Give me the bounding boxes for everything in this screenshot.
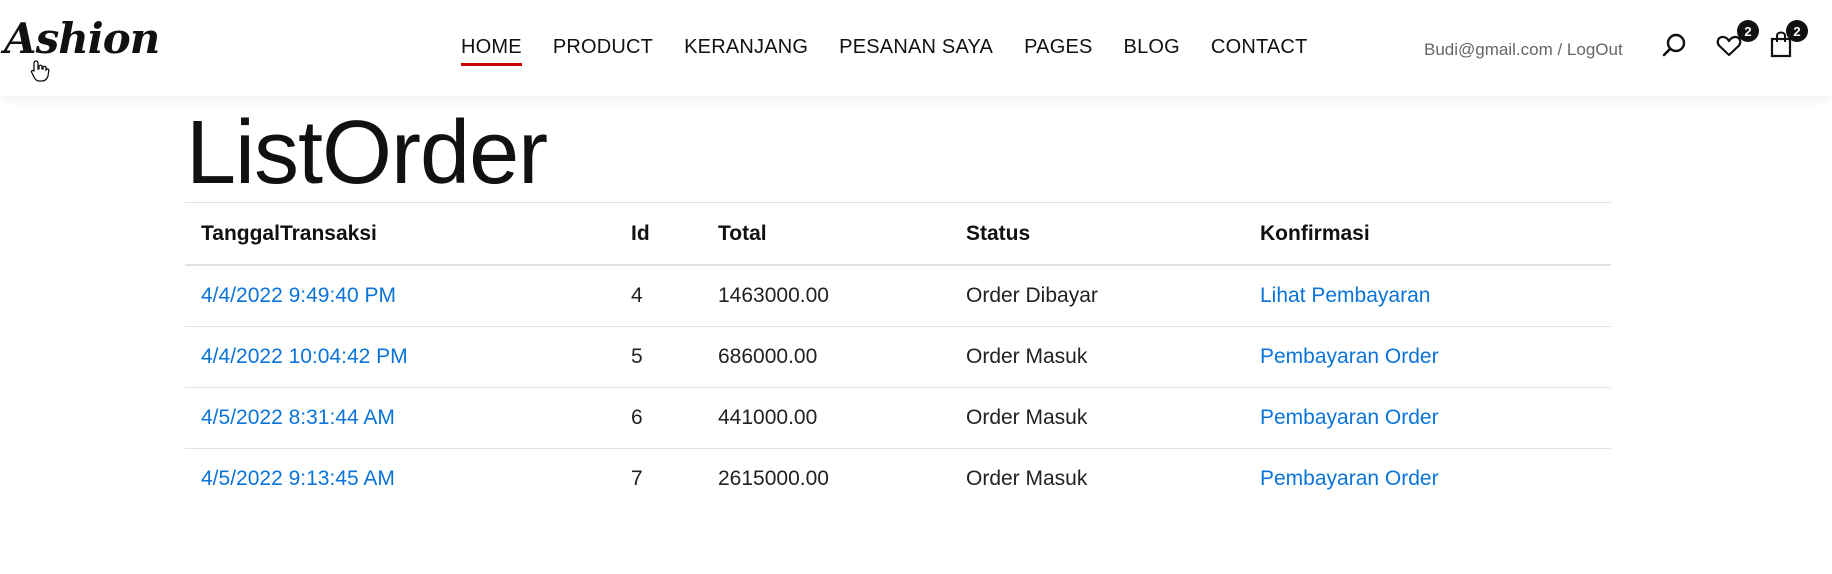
header-status: Status bbox=[950, 202, 1244, 266]
nav-item-blog[interactable]: BLOG bbox=[1124, 36, 1180, 59]
confirmation-link[interactable]: Lihat Pembayaran bbox=[1260, 284, 1430, 307]
nav-item-contact[interactable]: CONTACT bbox=[1211, 36, 1308, 59]
order-id: 4 bbox=[631, 284, 643, 307]
order-total: 1463000.00 bbox=[718, 284, 829, 307]
order-date-link[interactable]: 4/5/2022 8:31:44 AM bbox=[201, 406, 395, 429]
page-title: ListOrder bbox=[186, 103, 548, 203]
order-status: Order Masuk bbox=[950, 326, 1244, 388]
table-row: 4/4/2022 9:49:40 PM 4 1463000.00 Order D… bbox=[185, 265, 1611, 327]
orders-table: TanggalTransaksi Id Total Status Konfirm… bbox=[185, 202, 1611, 509]
table-header-row: TanggalTransaksi Id Total Status Konfirm… bbox=[185, 202, 1611, 266]
site-header: Ashion HOME PRODUCT KERANJANG PESANAN SA… bbox=[0, 0, 1832, 96]
header-id: Id bbox=[615, 202, 702, 266]
order-status: Order Masuk bbox=[950, 448, 1244, 509]
order-id: 6 bbox=[615, 387, 702, 449]
order-date-link[interactable]: 4/4/2022 10:04:42 PM bbox=[201, 345, 408, 368]
logo[interactable]: Ashion bbox=[4, 14, 160, 63]
order-status: Order Dibayar bbox=[966, 284, 1098, 307]
main-nav: HOME PRODUCT KERANJANG PESANAN SAYA PAGE… bbox=[461, 36, 1339, 66]
wishlist-count-badge: 2 bbox=[1737, 20, 1759, 42]
order-date-link[interactable]: 4/5/2022 9:13:45 AM bbox=[201, 467, 395, 490]
nav-item-home[interactable]: HOME bbox=[461, 36, 522, 66]
order-total: 441000.00 bbox=[702, 387, 950, 449]
nav-item-pesanan-saya[interactable]: PESANAN SAYA bbox=[839, 36, 993, 59]
nav-item-pages[interactable]: PAGES bbox=[1024, 36, 1092, 59]
header-konfirmasi: Konfirmasi bbox=[1244, 202, 1611, 266]
order-id: 7 bbox=[615, 448, 702, 509]
nav-item-keranjang[interactable]: KERANJANG bbox=[684, 36, 808, 59]
search-icon[interactable] bbox=[1662, 32, 1688, 58]
confirmation-link[interactable]: Pembayaran Order bbox=[1260, 406, 1439, 429]
hand-cursor-icon bbox=[30, 60, 50, 82]
nav-item-product[interactable]: PRODUCT bbox=[553, 36, 653, 59]
confirmation-link[interactable]: Pembayaran Order bbox=[1260, 467, 1439, 490]
heart-icon[interactable] bbox=[1716, 34, 1742, 58]
header-total: Total bbox=[702, 202, 950, 266]
order-status: Order Masuk bbox=[950, 387, 1244, 449]
table-row: 4/4/2022 10:04:42 PM 5 686000.00 Order M… bbox=[185, 326, 1611, 388]
order-total: 686000.00 bbox=[702, 326, 950, 388]
order-date-link[interactable]: 4/4/2022 9:49:40 PM bbox=[201, 284, 396, 307]
user-logout-link[interactable]: Budi@gmail.com / LogOut bbox=[1424, 40, 1623, 60]
table-row: 4/5/2022 9:13:45 AM 7 2615000.00 Order M… bbox=[185, 448, 1611, 509]
confirmation-link[interactable]: Pembayaran Order bbox=[1260, 345, 1439, 368]
order-total: 2615000.00 bbox=[702, 448, 950, 509]
header-tanggal-transaksi: TanggalTransaksi bbox=[185, 202, 615, 266]
order-id: 5 bbox=[615, 326, 702, 388]
cart-count-badge: 2 bbox=[1786, 20, 1808, 42]
table-row: 4/5/2022 8:31:44 AM 6 441000.00 Order Ma… bbox=[185, 387, 1611, 449]
